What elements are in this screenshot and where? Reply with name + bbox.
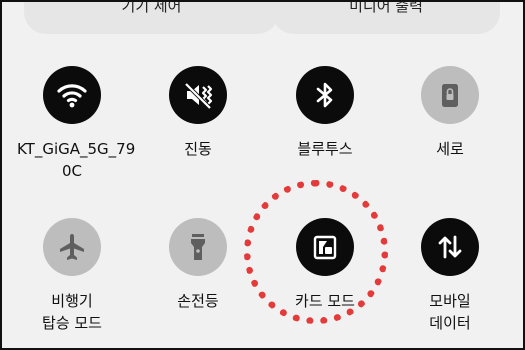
tile-wifi-label: KT_GiGA_5G_79 0C	[17, 140, 136, 180]
tile-bluetooth-label: 블루투스	[297, 140, 353, 158]
tile-vibrate-label: 진동	[184, 140, 212, 158]
wifi-icon[interactable]	[43, 66, 101, 124]
media-output-button[interactable]: 미디어 출력	[272, 0, 500, 34]
tile-rotation-label: 세로	[436, 140, 464, 158]
media-output-label: 미디어 출력	[349, 0, 423, 15]
tile-mobile-data-label: 모바일 데이터	[429, 292, 471, 332]
vibrate-icon[interactable]	[169, 66, 227, 124]
device-control-label: 기기 제어	[121, 0, 182, 15]
flashlight-icon[interactable]	[169, 218, 227, 276]
lock-rotation-icon[interactable]	[421, 66, 479, 124]
device-control-button[interactable]: 기기 제어	[24, 0, 279, 34]
highlight-ring	[244, 180, 388, 324]
airplane-icon[interactable]	[43, 218, 101, 276]
tile-airplane-label: 비행기 탑승 모드	[42, 292, 102, 332]
mobile-data-icon[interactable]	[421, 218, 479, 276]
tile-flashlight-label: 손전등	[177, 292, 219, 310]
bluetooth-icon[interactable]	[296, 66, 354, 124]
